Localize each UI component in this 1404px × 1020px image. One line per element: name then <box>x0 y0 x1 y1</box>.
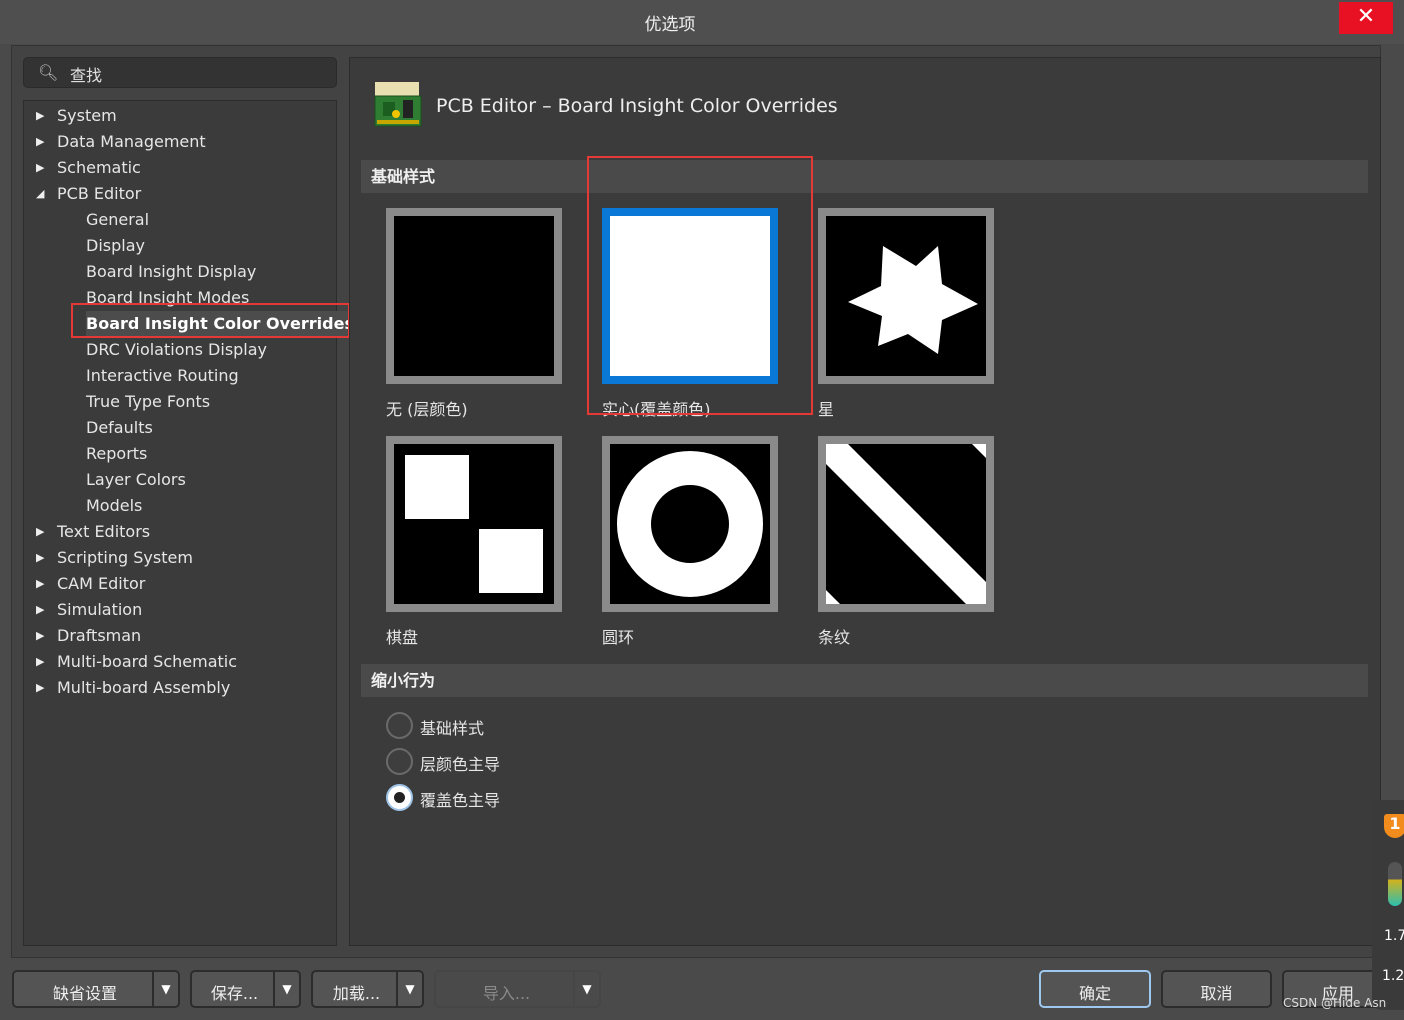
watermark: CSDN @Hide Asn <box>1283 996 1387 1010</box>
tree-item-label: Multi-board Schematic <box>57 652 238 671</box>
radio-label: 层颜色主导 <box>420 755 501 774</box>
expand-arrow-icon[interactable]: ▶ <box>36 155 44 181</box>
tree-item-label: Multi-board Assembly <box>57 678 231 697</box>
pattern-stripes[interactable] <box>818 436 994 612</box>
collapse-arrow-icon[interactable]: ◢ <box>36 181 44 207</box>
expand-arrow-icon[interactable]: ▶ <box>36 675 44 701</box>
expand-arrow-icon[interactable]: ▶ <box>36 623 44 649</box>
search-icon: 🔍︎ <box>38 63 59 82</box>
highlight-box-tree <box>71 303 350 338</box>
pattern-label: 棋盘 <box>386 628 419 647</box>
defaults-label: 缺省设置 <box>52 984 117 1003</box>
tree-item-label: Models <box>86 496 143 515</box>
save-button[interactable]: 保存... ▼ <box>190 970 301 1008</box>
tree-item-label: System <box>57 106 117 125</box>
pattern-label: 星 <box>818 400 835 419</box>
cancel-label: 取消 <box>1200 984 1233 1003</box>
pcb-board-icon <box>374 82 422 127</box>
pattern-label: 圆环 <box>602 628 635 647</box>
memory-gauge <box>1388 862 1402 906</box>
tree-item-label: Schematic <box>57 158 141 177</box>
tree-item-label: General <box>86 210 150 229</box>
tree-item-label: Simulation <box>57 600 143 619</box>
pattern-none[interactable] <box>386 208 562 384</box>
expand-arrow-icon[interactable]: ▶ <box>36 545 44 571</box>
load-label: 加载... <box>332 984 381 1003</box>
dropdown-arrow-icon[interactable]: ▼ <box>152 972 178 1006</box>
tree-item-label: DRC Violations Display <box>86 340 268 359</box>
network-monitor-widget: 1 1.7 1.2 <box>1372 800 1404 1010</box>
tree-item-label: Interactive Routing <box>86 366 239 385</box>
dropdown-arrow-icon[interactable]: ▼ <box>573 972 599 1006</box>
upload-speed: 1.7 <box>1384 928 1404 944</box>
radio-label: 覆盖色主导 <box>420 791 501 810</box>
ok-button[interactable]: 确定 <box>1039 970 1151 1008</box>
window-title: 优选项 <box>644 15 696 35</box>
pattern-label: 条纹 <box>818 628 851 647</box>
tree-item-label: Text Editors <box>57 522 151 541</box>
close-icon: ✕ <box>1356 4 1376 29</box>
shield-badge-icon: 1 <box>1384 814 1404 838</box>
pattern-ring[interactable] <box>602 436 778 612</box>
expand-arrow-icon[interactable]: ▶ <box>36 597 44 623</box>
page-title: PCB Editor – Board Insight Color Overrid… <box>436 95 838 117</box>
close-button[interactable]: ✕ <box>1339 2 1393 34</box>
tree-item-label: Layer Colors <box>86 470 186 489</box>
expand-arrow-icon[interactable]: ▶ <box>36 129 44 155</box>
highlight-box-solid <box>587 156 813 415</box>
dropdown-arrow-icon[interactable]: ▼ <box>273 972 299 1006</box>
dropdown-arrow-icon[interactable]: ▼ <box>396 972 422 1006</box>
tree-item-label: Display <box>86 236 145 255</box>
ok-label: 确定 <box>1078 984 1111 1003</box>
search-input[interactable]: 🔍︎ 查找 <box>23 57 337 88</box>
pattern-label: 无 (层颜色) <box>386 400 468 419</box>
expand-arrow-icon[interactable]: ▶ <box>36 571 44 597</box>
defaults-button[interactable]: 缺省设置 ▼ <box>12 970 180 1008</box>
expand-arrow-icon[interactable]: ▶ <box>36 519 44 545</box>
search-placeholder: 查找 <box>70 66 103 85</box>
pattern-star[interactable] <box>818 208 994 384</box>
expand-arrow-icon[interactable]: ▶ <box>36 649 44 675</box>
save-label: 保存... <box>210 984 259 1003</box>
cancel-button[interactable]: 取消 <box>1161 970 1272 1008</box>
section-zoom-out-behavior: 缩小行为 <box>361 664 1368 697</box>
import-label: 导入... <box>482 984 531 1003</box>
tree-item-label: True Type Fonts <box>86 392 211 411</box>
download-speed: 1.2 <box>1382 968 1404 984</box>
pattern-checkerboard[interactable] <box>386 436 562 612</box>
load-button[interactable]: 加载... ▼ <box>311 970 424 1008</box>
expand-arrow-icon[interactable]: ▶ <box>36 103 44 129</box>
tree-item-label: Reports <box>86 444 148 463</box>
tree-item-label: Scripting System <box>57 548 193 567</box>
tree-item-label: Data Management <box>57 132 206 151</box>
tree-item-label: Board Insight Display <box>86 262 257 281</box>
tree-item-label: CAM Editor <box>57 574 146 593</box>
tree-item-label: Draftsman <box>57 626 142 645</box>
radio-label: 基础样式 <box>420 719 485 738</box>
tree-item-label: PCB Editor <box>57 184 142 203</box>
tree-item-label: Defaults <box>86 418 153 437</box>
section-base-pattern: 基础样式 <box>361 160 1368 193</box>
import-button[interactable]: 导入... ▼ <box>434 970 601 1008</box>
